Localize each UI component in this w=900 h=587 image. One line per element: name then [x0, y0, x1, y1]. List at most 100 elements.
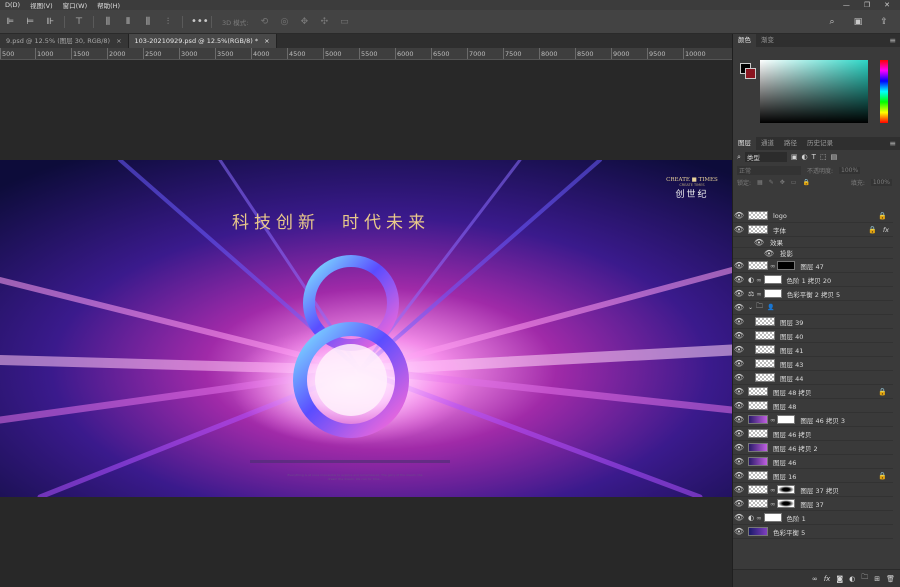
tab-gradient[interactable]: 渐变 [756, 34, 779, 47]
tab-color[interactable]: 颜色 [733, 34, 756, 47]
3d-rotate-icon[interactable]: ⟲ [258, 16, 270, 28]
workspace-icon[interactable]: ▣ [852, 16, 864, 28]
close-icon[interactable]: ✕ [884, 1, 890, 9]
menu-item-window[interactable]: 窗口(W) [58, 0, 93, 10]
filter-pixel-icon[interactable]: ▣ [791, 153, 798, 161]
opacity-value[interactable]: 100% [839, 166, 861, 174]
canvas-area[interactable]: 科技创新 时代未来 CREATE ■ TIMES CREATE TIMES 创世… [0, 60, 732, 587]
lock-paint-icon[interactable]: ✎ [769, 179, 774, 186]
3d-roll-icon[interactable]: ◎ [278, 16, 290, 28]
menu-item-view[interactable]: 视图(V) [25, 0, 58, 10]
effect-item-row[interactable]: 👁 投影 [733, 248, 893, 259]
layer-row[interactable]: 👁 logo 🔒 [733, 209, 893, 223]
eye-icon[interactable]: 👁 [733, 443, 745, 452]
3d-drag-icon[interactable]: ✥ [298, 16, 310, 28]
distribute-right-icon[interactable]: ⫼ [142, 16, 154, 28]
filter-shape-icon[interactable]: ⬚ [820, 153, 827, 161]
menu-item-help[interactable]: 帮助(H) [92, 0, 125, 10]
artwork-canvas[interactable]: 科技创新 时代未来 CREATE ■ TIMES CREATE TIMES 创世… [0, 160, 732, 497]
lock-transparent-icon[interactable]: ▦ [757, 179, 763, 186]
align-right-icon[interactable]: ⊪ [44, 16, 56, 28]
blend-mode-select[interactable]: 正常 [737, 165, 801, 175]
eye-icon[interactable]: 👁 [733, 345, 745, 354]
eye-icon[interactable]: 👁 [733, 499, 745, 508]
layer-row[interactable]: 👁 字体 🔒 fx [733, 223, 893, 237]
layer-row[interactable]: 👁 图层 46 拷贝 2 [733, 441, 893, 455]
layer-row[interactable]: 👁 图层 39 [733, 315, 893, 329]
layer-row[interactable]: 👁 ∞ 图层 47 [733, 259, 893, 273]
eye-icon[interactable]: 👁 [753, 238, 765, 247]
layer-row[interactable]: 👁 图层 43 [733, 357, 893, 371]
tab-document-2[interactable]: 103-20210929.psd @ 12.5%(RGB/8) * × [128, 34, 277, 48]
layer-row[interactable]: 👁 ∞ 图层 37 [733, 497, 893, 511]
layer-row[interactable]: 👁 图层 41 [733, 343, 893, 357]
eye-icon[interactable]: 👁 [733, 457, 745, 466]
layer-row[interactable]: 👁 ⚖ ∞ 色彩平衡 2 拷贝 5 [733, 287, 893, 301]
layer-row[interactable]: 👁 图层 48 [733, 399, 893, 413]
3d-scale-icon[interactable]: ▭ [338, 16, 350, 28]
panel-menu-icon[interactable]: ≡ [889, 36, 900, 45]
tab-history[interactable]: 历史记录 [802, 137, 838, 150]
new-group-icon[interactable]: 🗀 [861, 573, 868, 584]
more-options-icon[interactable]: ••• [191, 16, 209, 28]
eye-icon[interactable]: 👁 [733, 225, 745, 234]
layer-row[interactable]: 👁 图层 44 [733, 371, 893, 385]
menu-item-d[interactable]: D(D) [0, 1, 25, 9]
eye-icon[interactable]: 👁 [733, 359, 745, 368]
search-icon[interactable]: ⌕ [826, 16, 838, 28]
eye-icon[interactable]: 👁 [733, 275, 745, 284]
close-icon[interactable]: × [116, 34, 121, 48]
layer-filter-select[interactable]: 类型 [744, 152, 787, 162]
panel-menu-icon[interactable]: ≡ [889, 139, 900, 148]
lock-all-icon[interactable]: 🔒 [802, 179, 809, 186]
share-icon[interactable]: ⇪ [878, 16, 890, 28]
new-adjustment-icon[interactable]: ◐ [849, 575, 855, 583]
lock-artboard-icon[interactable]: ▭ [791, 179, 797, 186]
group-row[interactable]: 👁 ⌄ 🗀 👤 [733, 301, 893, 315]
eye-icon[interactable]: 👁 [733, 527, 745, 536]
eye-icon[interactable]: 👁 [733, 513, 745, 522]
eye-icon[interactable]: 👁 [733, 485, 745, 494]
minimize-icon[interactable]: — [843, 1, 850, 9]
eye-icon[interactable]: 👁 [763, 249, 775, 258]
layers-list[interactable]: 👁 logo 🔒 👁 字体 🔒 fx 👁 效果 👁 投影 👁 ∞ 图层 47 👁 ◐ ∞ 色阶 1 拷贝… [733, 209, 900, 543]
layer-row[interactable]: 👁 图层 48 拷贝 🔒 [733, 385, 893, 399]
tab-document-1[interactable]: 9.psd @ 12.5% (图层 30, RGB/8) × [0, 34, 129, 48]
align-left-icon[interactable]: ⊫ [4, 16, 16, 28]
layer-row[interactable]: 👁 图层 46 [733, 455, 893, 469]
fx-icon[interactable]: fx [824, 575, 831, 583]
filter-adjustment-icon[interactable]: ◐ [802, 153, 808, 161]
close-icon[interactable]: × [264, 34, 269, 48]
layer-row[interactable]: 👁 ∞ 图层 46 拷贝 3 [733, 413, 893, 427]
3d-slide-icon[interactable]: ✣ [318, 16, 330, 28]
eye-icon[interactable]: 👁 [733, 401, 745, 410]
layer-row[interactable]: 👁 图层 40 [733, 329, 893, 343]
eye-icon[interactable]: 👁 [733, 331, 745, 340]
eye-icon[interactable]: 👁 [733, 317, 745, 326]
eye-icon[interactable]: 👁 [733, 415, 745, 424]
eye-icon[interactable]: 👁 [733, 387, 745, 396]
layer-row[interactable]: 👁 ◐ ∞ 色阶 1 拷贝 20 [733, 273, 893, 287]
tab-paths[interactable]: 路径 [779, 137, 802, 150]
fill-value[interactable]: 100% [870, 178, 892, 186]
tab-channels[interactable]: 通道 [756, 137, 779, 150]
filter-type-icon[interactable]: T [812, 153, 816, 161]
align-top-icon[interactable]: ⊤ [73, 16, 85, 28]
effects-row[interactable]: 👁 效果 [733, 237, 893, 248]
new-layer-icon[interactable]: ⊞ [874, 575, 880, 583]
eye-icon[interactable]: 👁 [733, 429, 745, 438]
hue-slider[interactable] [880, 60, 888, 123]
layer-row[interactable]: 👁 ◐ ∞ 色阶 1 [733, 511, 893, 525]
distribute-left-icon[interactable]: ⫼ [102, 16, 114, 28]
link-layers-icon[interactable]: ∞ [812, 575, 818, 583]
lock-move-icon[interactable]: ✥ [780, 179, 785, 186]
eye-icon[interactable]: 👁 [733, 303, 745, 312]
eye-icon[interactable]: 👁 [733, 373, 745, 382]
color-spectrum-field[interactable] [760, 60, 868, 123]
fx-badge[interactable]: fx [883, 226, 889, 234]
horizontal-ruler[interactable]: 500 1000 1500 2000 2500 3000 3500 4000 4… [0, 48, 732, 60]
distribute-spacing-icon[interactable]: ⫶ [162, 16, 174, 28]
expand-chevron-icon[interactable]: ⌄ [748, 304, 753, 311]
align-center-h-icon[interactable]: ⊨ [24, 16, 36, 28]
filter-smart-icon[interactable]: ▤ [831, 153, 838, 161]
